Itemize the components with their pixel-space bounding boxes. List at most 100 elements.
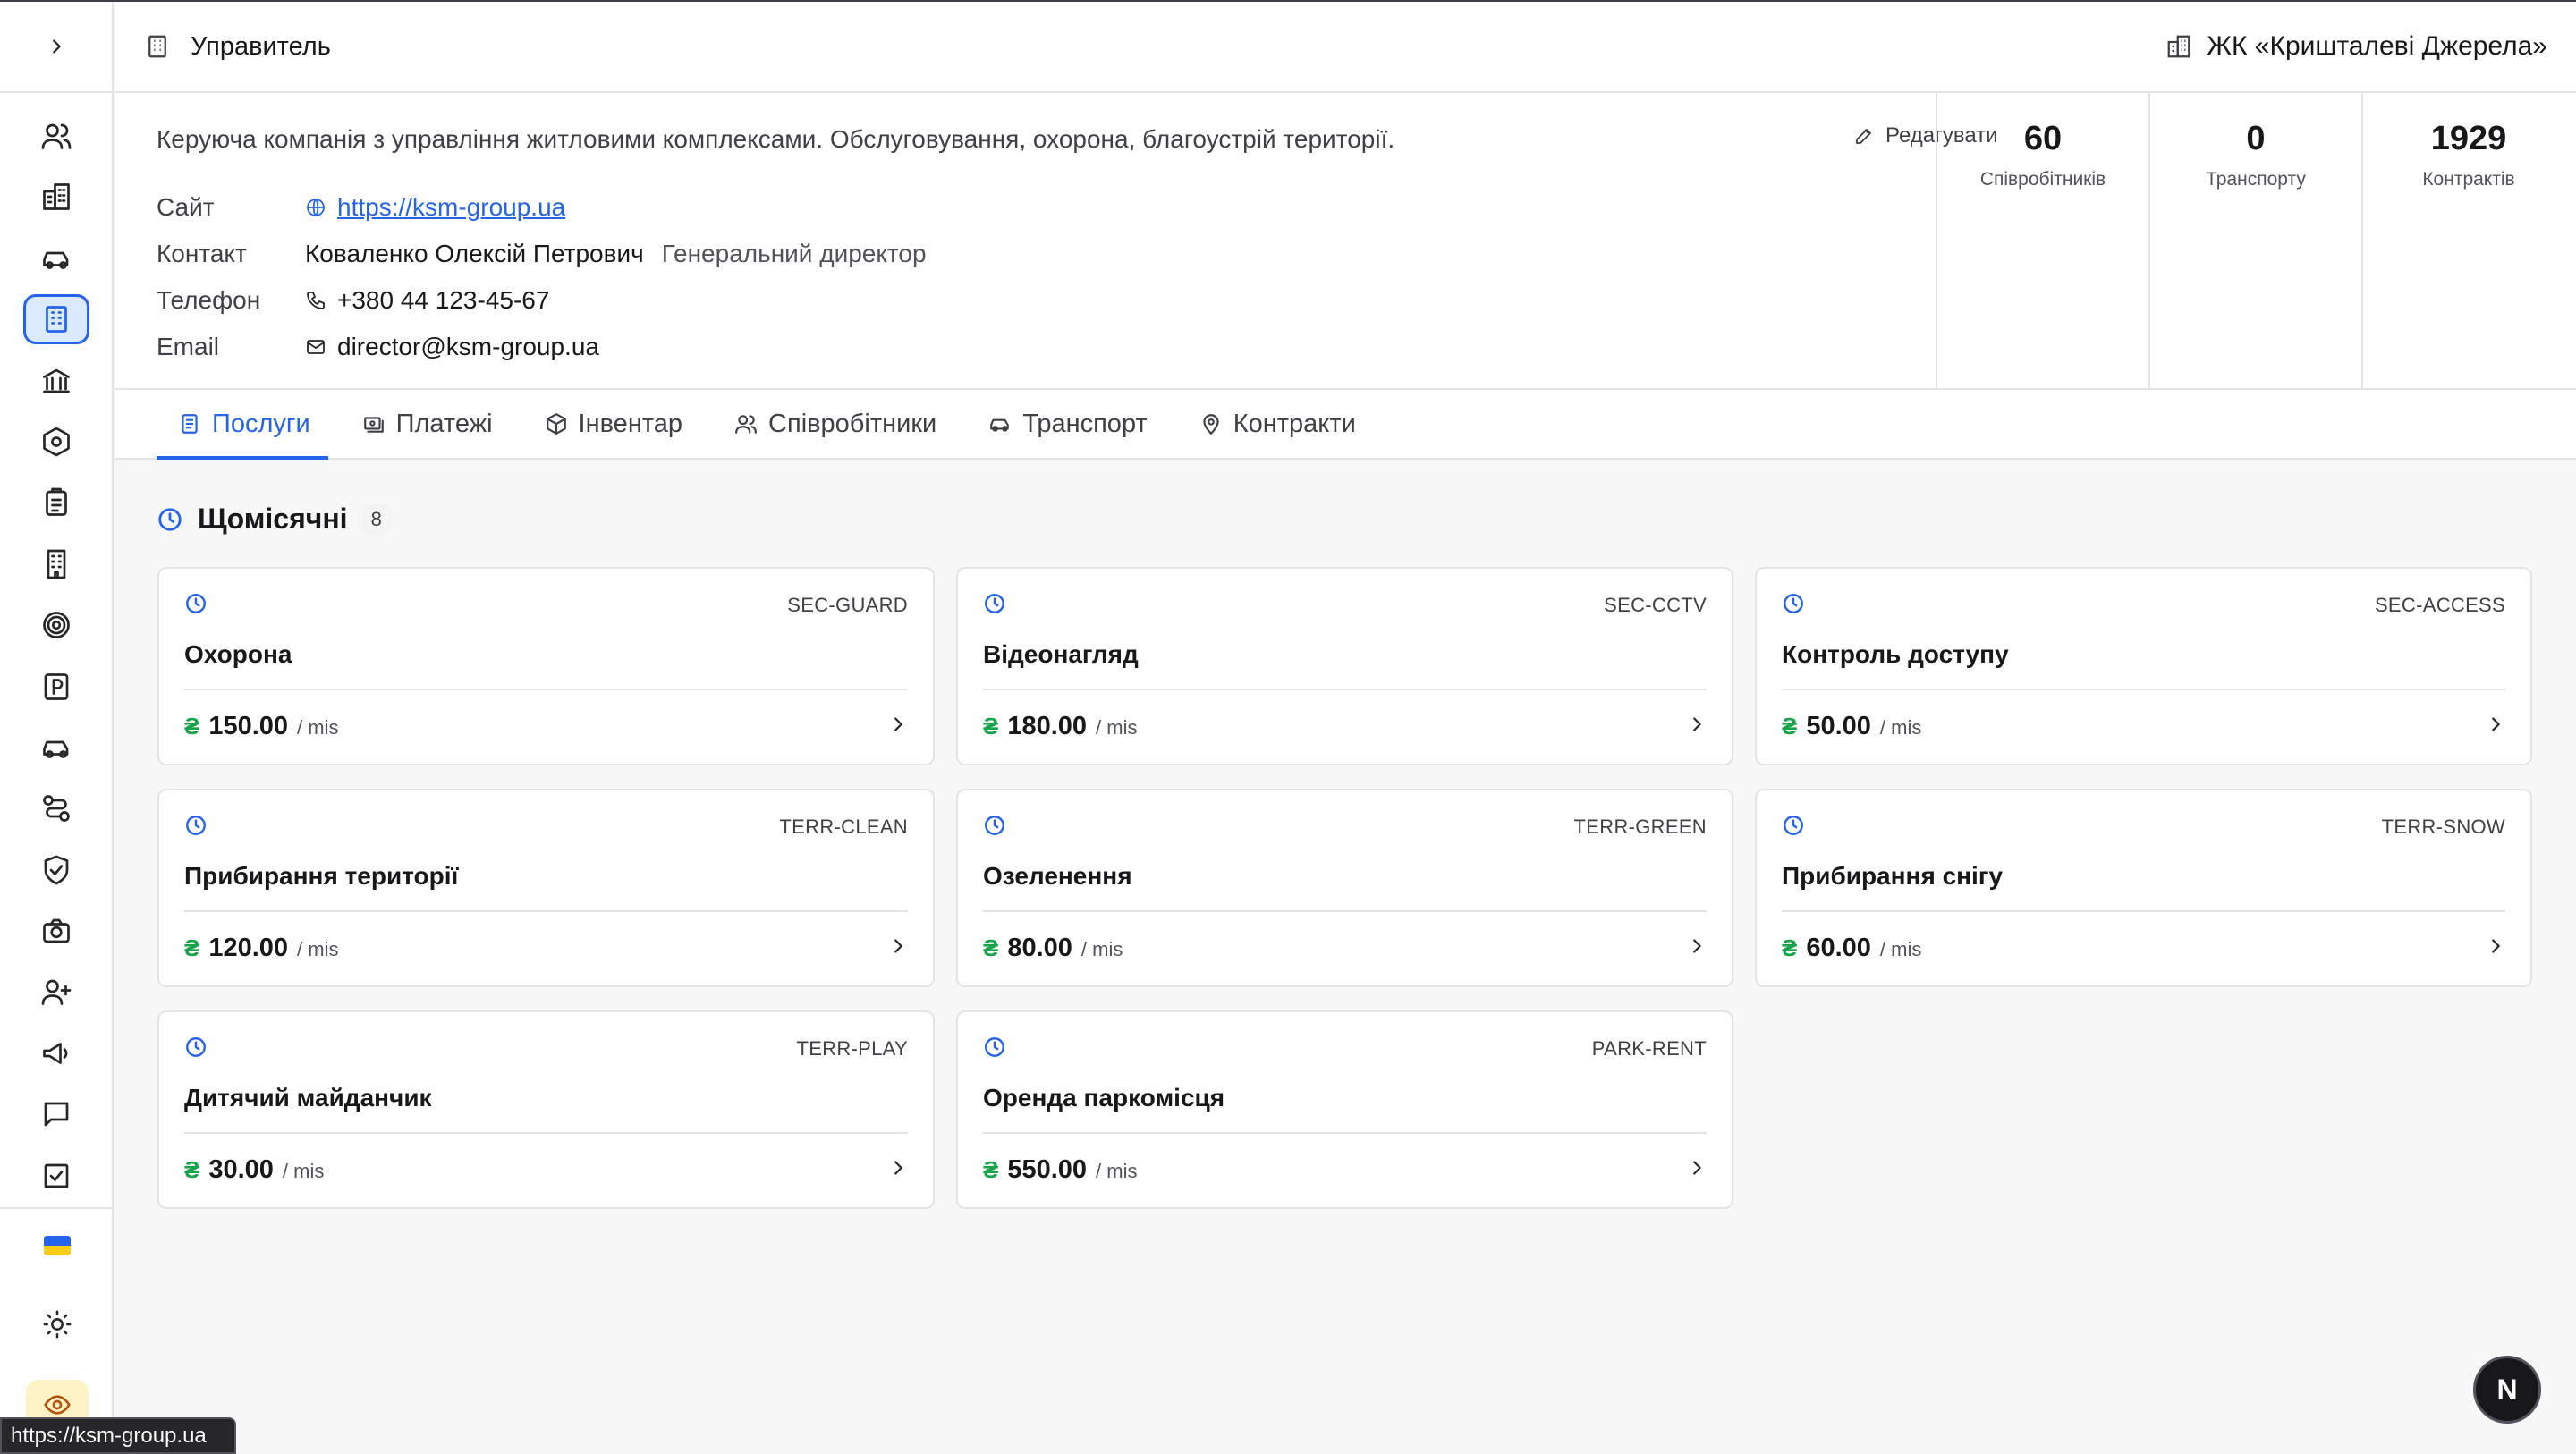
services-grid: SEC-GUARD Охорона ₴ 150.00 / mis SEC-CCTV … — [157, 567, 2533, 1209]
chevron-right-icon — [894, 1161, 902, 1175]
sidebar-item-offices[interactable] — [23, 539, 89, 589]
chevron-right-icon — [1693, 1161, 1701, 1175]
service-card[interactable]: SEC-GUARD Охорона ₴ 150.00 / mis — [157, 567, 935, 765]
link-status-tooltip: https://ksm-group.ua — [0, 1417, 236, 1454]
office-icon — [47, 549, 65, 579]
sidebar-item-transport[interactable] — [23, 723, 89, 773]
tab-contracts[interactable]: Контракти — [1182, 390, 1374, 458]
service-name: Дитячий майданчик — [184, 1084, 908, 1134]
stat-transport: 0 Транспорту — [2148, 93, 2361, 388]
currency-symbol: ₴ — [1782, 934, 1798, 961]
phone-row: Телефон +380 44 123-45-67 — [157, 277, 1954, 324]
route-icon — [42, 795, 70, 823]
service-name: Оренда паркомісця — [983, 1084, 1707, 1134]
sidebar-item-cameras[interactable] — [23, 906, 89, 956]
stat-value: 1929 — [2430, 120, 2507, 157]
dev-tools-button[interactable]: N — [2473, 1356, 2541, 1424]
megaphone-icon — [42, 1043, 67, 1064]
email-row: Email director@ksm-group.ua — [157, 324, 1954, 370]
sidebar-nav — [0, 93, 112, 1212]
service-name: Відеонагляд — [983, 640, 1707, 690]
service-price: 60.00 — [1806, 934, 1871, 962]
service-price: 150.00 — [208, 712, 289, 740]
price-period: / mis — [297, 716, 339, 739]
currency-symbol: ₴ — [1782, 713, 1798, 740]
buildings-icon — [2167, 35, 2190, 58]
complex-selector[interactable]: ЖК «Кришталеві Джерела» — [2165, 31, 2547, 62]
chat-icon — [44, 1102, 68, 1127]
chevron-right-icon — [1693, 717, 1701, 731]
sidebar-item-announcements[interactable] — [23, 1028, 89, 1078]
sidebar-item-users[interactable] — [23, 111, 89, 161]
service-card[interactable]: TERR-PLAY Дитячий майданчик ₴ 30.00 / mis — [157, 1010, 935, 1209]
sidebar-item-complexes[interactable] — [23, 172, 89, 222]
phone-value[interactable]: +380 44 123-45-67 — [337, 286, 549, 315]
sun-icon — [43, 1310, 71, 1339]
service-code: SEC-GUARD — [787, 594, 908, 616]
hexagon-icon — [42, 427, 70, 457]
chevron-right-icon — [894, 939, 902, 953]
email-value[interactable]: director@ksm-group.ua — [337, 333, 599, 361]
service-name: Контроль доступу — [1782, 640, 2505, 690]
sidebar-item-add-user[interactable] — [23, 967, 89, 1017]
user-plus-icon — [41, 980, 71, 1006]
currency-symbol: ₴ — [983, 713, 999, 740]
service-card[interactable]: TERR-GREEN Озеленення ₴ 80.00 / mis — [956, 789, 1733, 987]
service-card[interactable]: PARK-RENT Оренда паркомісця ₴ 550.00 / mis — [956, 1010, 1733, 1209]
chevron-right-icon — [894, 717, 902, 731]
service-card[interactable]: SEC-CCTV Відеонагляд ₴ 180.00 / mis — [956, 567, 1733, 765]
company-info-panel: Керуюча компанія з управління житловими … — [115, 93, 2576, 390]
clipboard-icon — [45, 487, 67, 517]
sidebar-item-targets[interactable] — [23, 600, 89, 650]
chevron-right-icon — [2492, 939, 2500, 953]
service-price: 550.00 — [1007, 1155, 1088, 1184]
site-link[interactable]: https://ksm-group.ua — [337, 193, 565, 222]
service-card[interactable]: TERR-SNOW Прибирання снігу ₴ 60.00 / mis — [1755, 789, 2532, 987]
service-code: PARK-RENT — [1591, 1037, 1707, 1060]
sidebar-item-messages[interactable] — [23, 1089, 89, 1139]
section-header: Щомісячні 8 — [157, 503, 391, 536]
sidebar-expand-button[interactable] — [0, 2, 112, 93]
service-code: TERR-CLEAN — [779, 816, 908, 838]
tab-employees[interactable]: Співробітники — [716, 390, 954, 458]
clock-icon — [985, 815, 1004, 835]
tab-inventory[interactable]: Інвентар — [527, 390, 701, 458]
bank-icon — [42, 368, 70, 393]
contact-row: Контакт Коваленко Олексій Петрович Генер… — [157, 231, 1954, 277]
sidebar-item-tasks[interactable] — [23, 478, 89, 528]
service-price: 30.00 — [208, 1155, 274, 1184]
tab-payments[interactable]: Платежі — [344, 390, 511, 458]
clock-icon — [1784, 815, 1803, 835]
price-period: / mis — [1096, 1160, 1138, 1182]
tab-bar: Послуги Платежі Інвентар Співробітники Т… — [115, 390, 2576, 460]
service-name: Озеленення — [983, 862, 1707, 912]
users-icon — [735, 415, 757, 434]
contact-name: Коваленко Олексій Петрович — [305, 240, 644, 267]
service-card[interactable]: SEC-ACCESS Контроль доступу ₴ 50.00 / mis — [1755, 567, 2532, 765]
target-icon — [42, 612, 70, 638]
currency-symbol: ₴ — [983, 1156, 999, 1183]
sidebar-item-security[interactable] — [23, 845, 89, 895]
mail-icon — [307, 340, 325, 354]
tab-label: Послуги — [212, 409, 310, 438]
service-code: TERR-GREEN — [1573, 816, 1707, 838]
sidebar-item-voting[interactable] — [23, 1151, 89, 1201]
clock-icon — [186, 593, 206, 613]
service-card[interactable]: TERR-CLEAN Прибирання території ₴ 120.00 /… — [157, 789, 935, 987]
tab-label: Контракти — [1233, 409, 1356, 438]
tab-services[interactable]: Послуги — [157, 390, 328, 460]
tab-transport[interactable]: Транспорт — [970, 390, 1165, 458]
theme-toggle[interactable] — [42, 1309, 72, 1344]
clock-icon — [985, 593, 1004, 613]
sidebar-item-bank[interactable] — [23, 356, 89, 406]
sidebar-item-routes[interactable] — [23, 783, 89, 833]
sidebar-item-management[interactable] — [22, 294, 89, 345]
clock-icon — [985, 1036, 1004, 1057]
sidebar-item-parking[interactable] — [23, 662, 89, 712]
sidebar-item-vehicles[interactable] — [23, 233, 89, 283]
currency-symbol: ₴ — [184, 1156, 200, 1183]
box-icon — [546, 413, 566, 435]
language-flag-icon[interactable] — [43, 1236, 71, 1255]
sidebar-item-settings[interactable] — [23, 417, 89, 467]
currency-symbol: ₴ — [184, 713, 200, 740]
